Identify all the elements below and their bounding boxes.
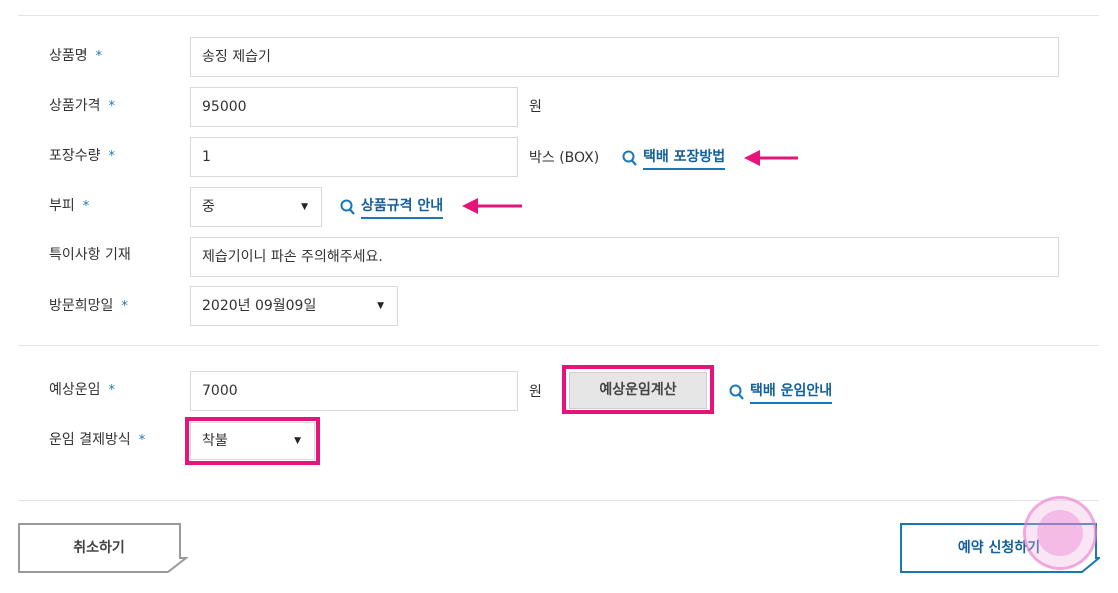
search-icon bbox=[729, 384, 744, 400]
fee-unit: 원 bbox=[529, 384, 542, 400]
fee-guide-link[interactable]: 택배 운임안내 bbox=[729, 381, 833, 404]
section-divider bbox=[18, 345, 1099, 346]
payment-method-label: 운임 결제방식 * bbox=[49, 432, 146, 448]
required-mark: * bbox=[82, 199, 90, 214]
click-indicator-dot bbox=[1037, 510, 1083, 556]
visit-date-select[interactable]: 2020년 09월09일 ▼ bbox=[190, 286, 398, 326]
required-mark: * bbox=[121, 299, 128, 314]
payment-method-select[interactable]: 착불 ▼ bbox=[190, 422, 315, 460]
product-price-label: 상품가격 * bbox=[49, 98, 116, 114]
package-qty-input[interactable]: 1 bbox=[190, 137, 518, 177]
caret-down-icon: ▼ bbox=[301, 202, 308, 212]
pointer-arrow-icon bbox=[744, 150, 798, 166]
required-mark: * bbox=[138, 433, 146, 448]
top-divider bbox=[18, 15, 1099, 16]
product-size-guide-link[interactable]: 상품규격 안내 bbox=[340, 196, 444, 219]
calculate-fee-button[interactable]: 예상운임계산 bbox=[569, 372, 707, 409]
volume-label: 부피 * bbox=[49, 198, 90, 214]
visit-date-label: 방문희망일 * bbox=[49, 298, 128, 314]
package-qty-unit: 박스 (BOX) bbox=[529, 150, 600, 166]
cancel-button-label: 취소하기 bbox=[73, 540, 125, 556]
footer-divider bbox=[18, 500, 1099, 501]
volume-select[interactable]: 중 ▼ bbox=[190, 187, 322, 227]
search-icon bbox=[340, 199, 355, 215]
estimated-fee-input[interactable]: 7000 bbox=[190, 371, 518, 411]
notes-label: 특이사항 기재 bbox=[49, 247, 131, 263]
packing-guide-link[interactable]: 택배 포장방법 bbox=[622, 147, 726, 170]
required-mark: * bbox=[108, 149, 116, 164]
package-qty-label: 포장수량 * bbox=[49, 148, 116, 164]
pointer-arrow-icon bbox=[462, 198, 522, 214]
estimated-fee-label: 예상운임 * bbox=[49, 382, 116, 398]
caret-down-icon: ▼ bbox=[294, 436, 301, 446]
required-mark: * bbox=[108, 99, 116, 114]
product-name-label: 상품명 * bbox=[49, 48, 103, 64]
product-name-input[interactable]: 송징 제습기 bbox=[190, 37, 1059, 77]
cancel-button[interactable]: 취소하기 bbox=[18, 523, 188, 573]
required-mark: * bbox=[95, 49, 103, 64]
required-mark: * bbox=[108, 383, 116, 398]
price-unit: 원 bbox=[529, 99, 542, 115]
product-price-input[interactable]: 95000 bbox=[190, 87, 518, 127]
search-icon bbox=[622, 150, 637, 166]
caret-down-icon: ▼ bbox=[377, 301, 384, 311]
notes-input[interactable]: 제습기이니 파손 주의해주세요. bbox=[190, 237, 1059, 277]
